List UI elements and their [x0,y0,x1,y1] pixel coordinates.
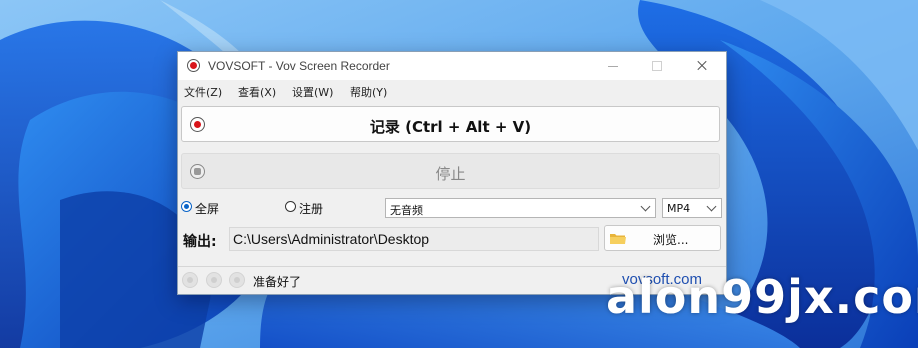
audio-selected-value: 无音频 [390,204,423,217]
folder-icon [610,234,626,244]
stop-button[interactable]: 停止 [181,153,720,189]
close-button[interactable] [679,52,725,80]
window-title: VOVSOFT - Vov Screen Recorder [208,59,390,73]
chevron-down-icon [706,201,717,212]
record-button[interactable]: 记录 (Ctrl + Alt + V) [181,106,720,142]
menu-bar: 文件(Z) 查看(X) 设置(W) 帮助(Y) [178,80,726,102]
radio-dot [181,201,192,212]
minimize-button[interactable] [590,52,636,80]
menu-settings[interactable]: 设置(W) [292,84,333,100]
output-path-field[interactable]: C:\Users\Administrator\Desktop [229,227,599,251]
browse-button-label: 浏览... [653,233,689,247]
menu-help[interactable]: 帮助(Y) [350,84,387,100]
audio-source-select[interactable]: 无音频 [385,198,656,218]
chevron-down-icon [640,201,651,212]
format-select[interactable]: MP4 [662,198,722,218]
menu-file[interactable]: 文件(Z) [184,84,222,100]
watermark-text: alon99jx.com [606,270,918,324]
status-toolbar-icon[interactable] [229,272,245,288]
format-selected-value: MP4 [667,202,691,215]
output-label: 输出: [183,234,217,250]
menu-view[interactable]: 查看(X) [238,84,276,100]
region-label: 注册 [299,202,324,216]
status-toolbar-icon[interactable] [182,272,198,288]
record-button-label: 记录 (Ctrl + Alt + V) [369,118,532,136]
stop-button-label: 停止 [435,165,466,183]
status-text: 准备好了 [253,275,302,289]
radio-dot [285,201,296,212]
title-bar[interactable]: VOVSOFT - Vov Screen Recorder [178,52,726,80]
maximize-button[interactable] [634,52,680,80]
output-path-value: C:\Users\Administrator\Desktop [233,231,430,247]
app-window: VOVSOFT - Vov Screen Recorder 文件(Z) 查看(X… [177,51,727,295]
record-app-icon [187,59,200,72]
fullscreen-label: 全屏 [195,202,220,216]
capture-options: 全屏 注册 无音频 MP4 [178,197,726,219]
output-row: 输出: C:\Users\Administrator\Desktop 浏览... [178,225,726,252]
status-toolbar-icon[interactable] [206,272,222,288]
browse-button[interactable]: 浏览... [604,225,721,251]
